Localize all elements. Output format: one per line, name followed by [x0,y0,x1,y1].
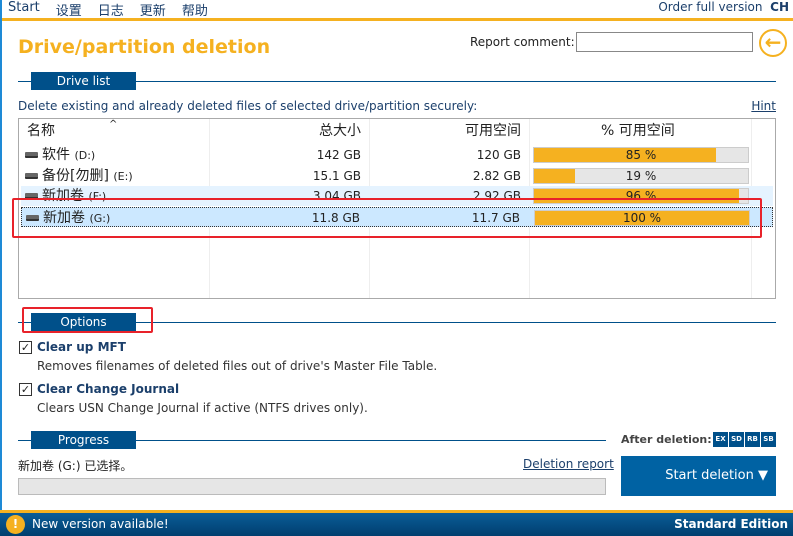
edition-label: Standard Edition [674,517,788,531]
drive-name: 备份[勿删] (E:) [25,166,133,186]
dropdown-triangle-icon: ▼ [758,468,768,483]
highlight-box [12,198,762,238]
drive-list-header: Drive list [31,72,136,90]
drive-label: 软件 [42,147,70,163]
after-deletion-label: After deletion: [621,433,712,446]
clear-journal-label[interactable]: Clear Change Journal [37,382,179,396]
deletion-report-link[interactable]: Deletion report [523,457,614,471]
order-link[interactable]: Order full version [658,0,762,14]
menu-update[interactable]: 更新 [140,0,166,19]
menu-settings[interactable]: 设置 [56,0,82,19]
standby-badge[interactable]: SB [761,432,776,447]
page-title: Drive/partition deletion [18,36,271,58]
menu-bar: Start 设置 日志 更新 帮助 [8,0,208,19]
menu-help[interactable]: 帮助 [182,0,208,19]
progress-header: Progress [31,431,136,449]
free-percent-label: 85 % [625,148,657,162]
table-row[interactable]: 软件 (D:) 142 GB 120 GB 85 % [21,145,773,165]
window-border [0,0,2,536]
menu-log[interactable]: 日志 [98,0,124,19]
header-free[interactable]: 可用空间 [465,121,521,141]
progress-status: 新加卷 (G:) 已选择。 [18,459,133,473]
table-row[interactable]: 备份[勿删] (E:) 15.1 GB 2.82 GB 19 % [21,166,773,186]
progress-bar [18,478,606,495]
header-name[interactable]: 名称 [27,121,55,141]
free-percent-bar: 85 % [533,147,749,163]
reboot-badge[interactable]: RB [745,432,760,447]
clear-mft-label[interactable]: Clear up MFT [37,340,126,354]
warning-icon: ! [6,515,25,534]
drive-letter: (D:) [74,149,96,162]
sort-up-icon: ^ [109,119,118,130]
drive-free: 120 GB [476,148,521,162]
status-bar: ! New version available! Standard Editio… [0,513,793,536]
drive-icon [25,173,38,179]
report-comment-label: Report comment: [470,35,575,49]
start-deletion-button[interactable]: Start deletion ▼ [621,456,776,496]
drive-size: 142 GB [316,148,361,162]
hint-link[interactable]: Hint [751,99,776,113]
clear-journal-desc: Clears USN Change Journal if active (NTF… [37,401,368,415]
drive-label: 备份[勿删] [42,168,109,184]
back-arrow-icon[interactable]: ← [759,29,787,57]
header-pct[interactable]: % 可用空间 [601,121,675,141]
exit-badge[interactable]: EX [713,432,728,447]
drive-free: 2.82 GB [472,169,521,183]
clear-mft-checkbox[interactable]: ✓ [19,341,32,354]
highlight-box [22,307,153,333]
clear-mft-desc: Removes filenames of deleted files out o… [37,359,438,373]
language-selector[interactable]: CH [770,0,789,14]
drive-list-description: Delete existing and already deleted file… [18,99,478,113]
new-version-message[interactable]: New version available! [32,517,169,531]
table-header: 名称 ^ 总大小 可用空间 % 可用空间 [21,119,773,141]
drive-letter: (E:) [113,170,133,183]
shutdown-badge[interactable]: SD [729,432,744,447]
header-size[interactable]: 总大小 [319,121,361,141]
free-percent-label: 19 % [625,169,657,183]
drive-size: 15.1 GB [312,169,361,183]
drive-icon [25,152,38,158]
accent-line [2,18,793,21]
menu-start[interactable]: Start [8,0,40,18]
clear-journal-checkbox[interactable]: ✓ [19,383,32,396]
report-comment-input[interactable] [576,32,753,52]
free-percent-bar: 19 % [533,168,749,184]
drive-name: 软件 (D:) [25,145,95,165]
top-right: Order full version CH [658,0,789,14]
start-deletion-label: Start deletion [665,468,754,483]
